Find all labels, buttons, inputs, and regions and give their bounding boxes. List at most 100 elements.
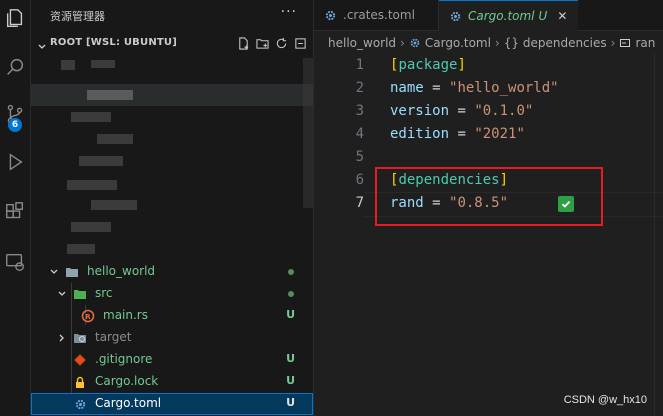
code-token: = xyxy=(423,80,450,96)
tab-label: .crates.toml xyxy=(343,8,415,22)
property-icon xyxy=(619,37,631,49)
tree-file-main-rs[interactable]: R main.rs U xyxy=(31,305,313,327)
code-token: "hello_world" xyxy=(449,80,559,96)
obscured-item xyxy=(87,90,133,100)
folder-open-icon xyxy=(65,265,79,279)
hovered-row[interactable] xyxy=(31,84,313,106)
tree-label: Cargo.toml xyxy=(95,396,162,410)
code-line[interactable]: 2 name = "hello_world" xyxy=(314,77,663,100)
code-token: = xyxy=(449,126,475,142)
code-token: ] xyxy=(457,57,466,73)
tree-file-cargo-toml[interactable]: Cargo.toml U xyxy=(31,393,313,415)
code-line[interactable]: 5 xyxy=(314,146,663,169)
remote-explorer-icon[interactable] xyxy=(3,250,27,274)
search-icon[interactable] xyxy=(3,55,27,79)
code-text: version = "0.1.0" xyxy=(390,103,533,119)
editor-area: .crates.toml Cargo.toml U ✕ hello_world … xyxy=(314,0,663,416)
untracked-status: U xyxy=(286,308,295,321)
run-debug-icon[interactable] xyxy=(3,150,27,174)
code-line[interactable]: 1 [package] xyxy=(314,54,663,77)
tree-folder-hello-world[interactable]: hello_world xyxy=(31,261,313,283)
root-folder-header[interactable]: ROOT [WSL: UBUNTU] xyxy=(31,34,313,54)
tree-label: hello_world xyxy=(87,264,156,278)
gear-icon xyxy=(449,10,462,23)
collapse-all-icon[interactable] xyxy=(293,36,307,50)
activity-bar: 6 xyxy=(0,0,31,416)
extensions-icon[interactable] xyxy=(3,200,27,224)
explorer-title: 资源管理器 xyxy=(50,10,105,23)
tab-label: Cargo.toml xyxy=(468,9,535,23)
explorer-panel: 资源管理器 ··· ROOT [WSL: UBUNTU] hello_world xyxy=(31,0,314,416)
chevron-down-icon xyxy=(57,288,67,302)
new-folder-icon[interactable] xyxy=(255,36,269,50)
chevron-down-icon xyxy=(37,37,47,56)
watermark: CSDN @w_hx10 xyxy=(563,394,647,406)
code-token: = xyxy=(449,103,475,119)
obscured-item xyxy=(97,134,133,144)
chevron-right-icon: › xyxy=(610,36,616,50)
line-number: 1 xyxy=(355,57,364,73)
gear-icon xyxy=(73,397,87,411)
explorer-toolbar xyxy=(236,36,307,50)
tree-folder-src[interactable]: src xyxy=(31,283,313,305)
target-folder-icon xyxy=(73,331,87,345)
new-file-icon[interactable] xyxy=(236,36,250,50)
breadcrumb-item[interactable]: Cargo.toml xyxy=(425,36,491,50)
breadcrumb-item[interactable]: {} dependencies xyxy=(504,36,607,50)
breadcrumb: hello_world › Cargo.toml › {} dependenci… xyxy=(328,36,655,50)
obscured-item xyxy=(67,244,95,254)
tree-file-gitignore[interactable]: .gitignore U xyxy=(31,349,313,371)
gear-icon xyxy=(409,37,421,49)
explorer-icon[interactable] xyxy=(3,6,27,30)
more-actions-icon[interactable]: ··· xyxy=(281,4,297,20)
lock-icon xyxy=(73,375,87,389)
refresh-icon[interactable] xyxy=(274,36,288,50)
code-line[interactable]: 3 version = "0.1.0" xyxy=(314,100,663,123)
tree-label: .gitignore xyxy=(95,352,153,366)
line-number: 7 xyxy=(355,195,364,211)
line-number: 6 xyxy=(355,172,364,188)
modified-dot xyxy=(288,291,294,297)
code-token: "2021" xyxy=(474,126,525,142)
breadcrumb-item[interactable]: ran xyxy=(635,36,655,50)
code-token: package xyxy=(398,57,458,73)
line-number: 3 xyxy=(355,103,364,119)
code-token: name xyxy=(390,80,424,96)
code-token: version xyxy=(390,103,450,119)
tab-crates-toml[interactable]: .crates.toml xyxy=(314,0,439,30)
line-number: 2 xyxy=(355,80,364,96)
chevron-right-icon: › xyxy=(494,36,500,50)
code-text: edition = "2021" xyxy=(390,126,525,142)
chevron-right-icon xyxy=(57,332,67,346)
tab-status: U xyxy=(538,9,548,23)
code-token: "0.1.0" xyxy=(474,103,534,119)
scm-badge: 6 xyxy=(8,118,22,132)
tab-cargo-toml[interactable]: Cargo.toml U ✕ xyxy=(439,0,578,31)
explorer-scrollbar[interactable] xyxy=(303,58,313,208)
tree-label: Cargo.lock xyxy=(95,374,159,388)
obscured-item xyxy=(61,60,75,70)
obscured-item xyxy=(91,200,137,210)
code-line[interactable]: 4 edition = "2021" xyxy=(314,123,663,146)
editor-scrollbar[interactable] xyxy=(654,54,663,416)
code-text: [package] xyxy=(390,57,466,73)
tree-file-cargo-lock[interactable]: Cargo.lock U xyxy=(31,371,313,393)
line-number: 4 xyxy=(355,126,364,142)
obscured-item xyxy=(71,112,111,122)
obscured-item xyxy=(71,222,111,232)
tree-label: target xyxy=(95,330,132,344)
root-folder-label: ROOT [WSL: UBUNTU] xyxy=(50,37,178,48)
untracked-status: U xyxy=(286,396,295,409)
obscured-item xyxy=(67,180,117,190)
src-folder-icon xyxy=(73,287,87,301)
untracked-status: U xyxy=(286,374,295,387)
tree-label: src xyxy=(95,286,113,300)
tree-folder-target[interactable]: target xyxy=(31,327,313,349)
code-token: edition xyxy=(390,126,450,142)
svg-text:R: R xyxy=(85,313,91,321)
modified-dot xyxy=(288,269,294,275)
rust-file-icon: R xyxy=(81,309,95,323)
git-file-icon xyxy=(73,353,87,367)
breadcrumb-item[interactable]: hello_world xyxy=(328,36,396,50)
close-icon[interactable]: ✕ xyxy=(557,9,567,23)
